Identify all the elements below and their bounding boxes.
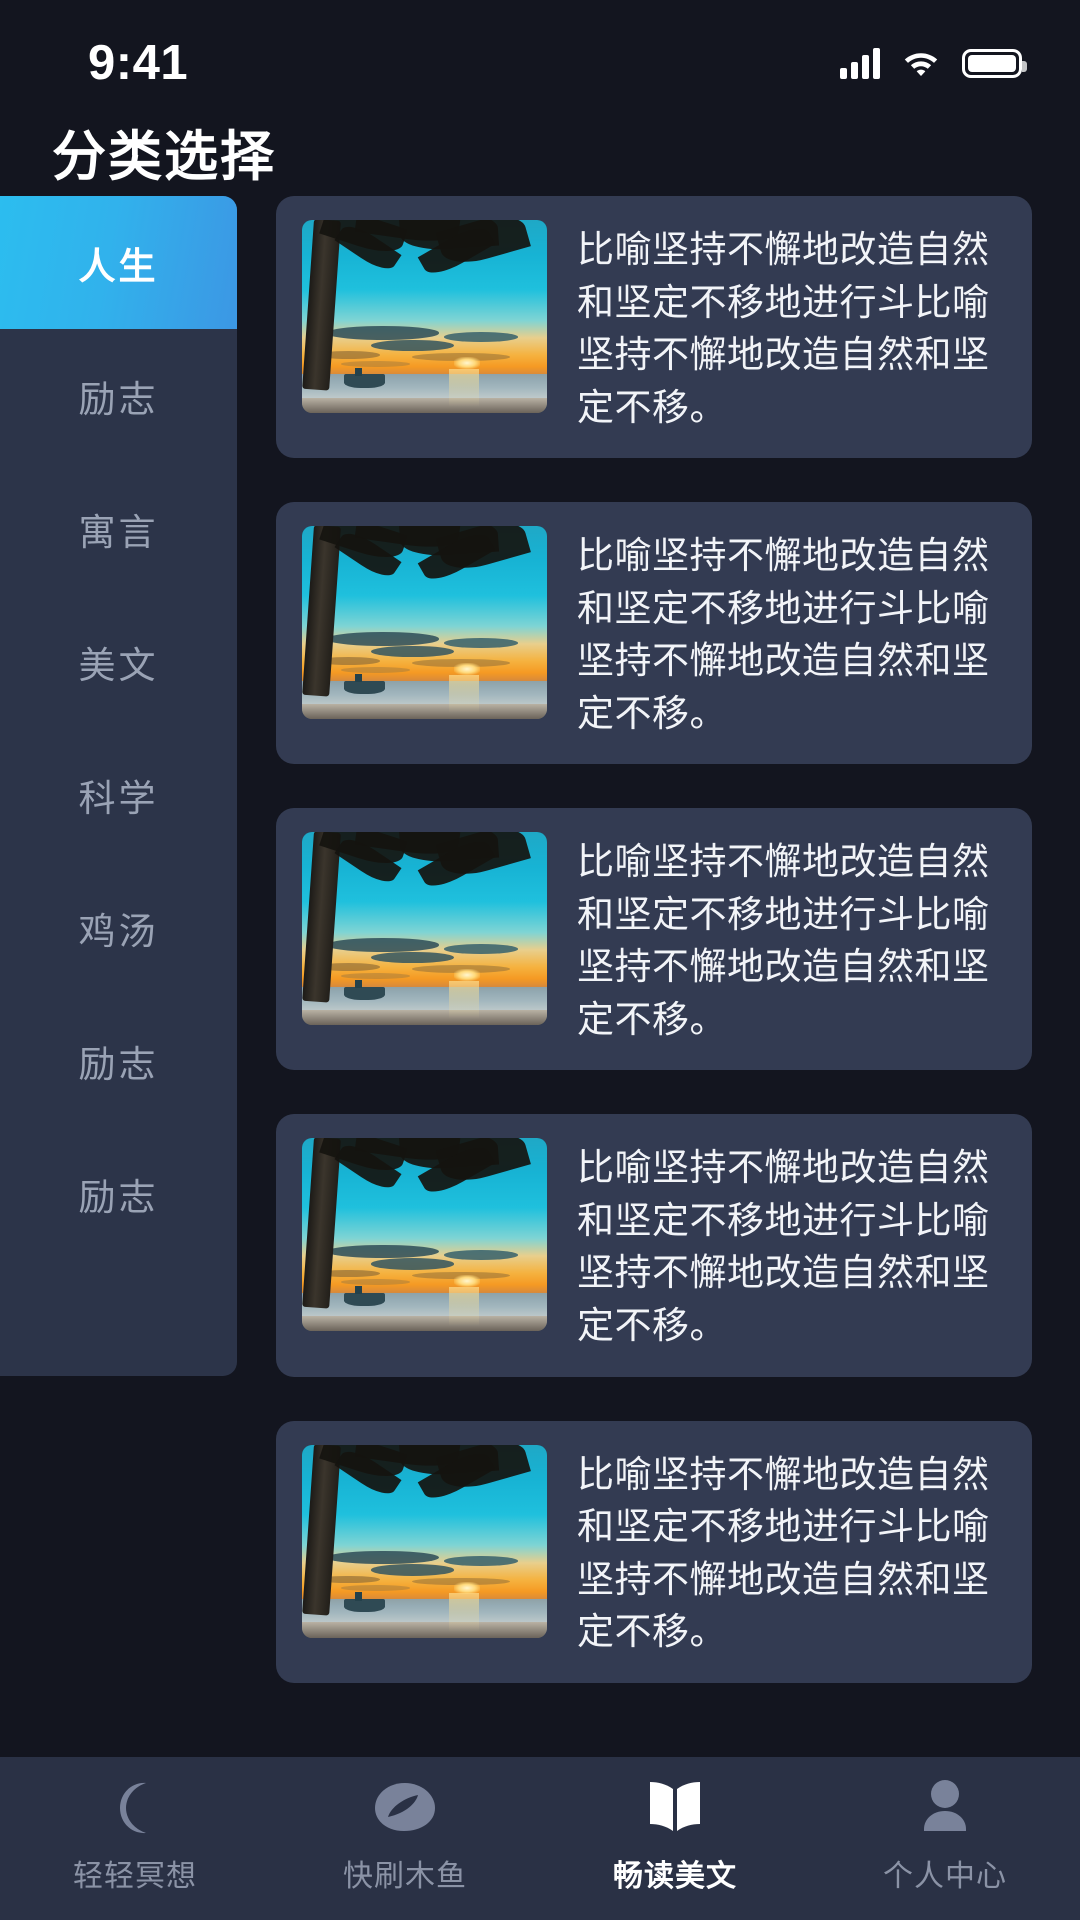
article-text: 比喻坚持不懈地改造自然和坚定不移地进行斗比喻坚持不懈地改造自然和坚定不移。 xyxy=(577,1147,990,1346)
article-thumbnail-image xyxy=(302,832,547,1026)
category-sidebar[interactable]: 人生 励志 寓言 美文 科学 鸡汤 励志 励志 xyxy=(0,196,237,1376)
article-thumbnail-image xyxy=(302,1138,547,1332)
wooden-fish-icon xyxy=(370,1775,440,1839)
tab-meditation[interactable]: 轻轻冥想 xyxy=(0,1775,270,1895)
article-text: 比喻坚持不懈地改造自然和坚定不移地进行斗比喻坚持不懈地改造自然和坚定不移。 xyxy=(577,535,990,734)
moon-icon xyxy=(105,1775,165,1839)
article-thumbnail-image xyxy=(302,526,547,720)
sidebar-item-label: 美文 xyxy=(78,644,159,686)
article-thumbnail-image xyxy=(302,1444,547,1638)
tab-label: 畅读美文 xyxy=(613,1860,737,1893)
article-list[interactable]: 比喻坚持不懈地改造自然和坚定不移地进行斗比喻坚持不懈地改造自然和坚定不移。 比喻… xyxy=(237,196,1080,1756)
sidebar-item-5[interactable]: 鸡汤 xyxy=(0,861,237,994)
sidebar-item-label: 科学 xyxy=(78,777,159,819)
sidebar-item-2[interactable]: 寓言 xyxy=(0,462,237,595)
sidebar-item-label: 励志 xyxy=(78,1043,159,1085)
main-content: 人生 励志 寓言 美文 科学 鸡汤 励志 励志 比喻坚持不懈地改造自然和坚定不移… xyxy=(0,196,1080,1756)
list-item[interactable]: 比喻坚持不懈地改造自然和坚定不移地进行斗比喻坚持不懈地改造自然和坚定不移。 xyxy=(276,808,1032,1071)
list-item[interactable]: 比喻坚持不懈地改造自然和坚定不移地进行斗比喻坚持不懈地改造自然和坚定不移。 xyxy=(276,196,1032,459)
person-icon xyxy=(914,1775,976,1839)
tab-label: 个人中心 xyxy=(883,1860,1007,1893)
sidebar-item-label: 鸡汤 xyxy=(78,910,159,952)
sidebar-item-label: 励志 xyxy=(78,378,159,420)
tab-label: 快刷木鱼 xyxy=(343,1860,467,1893)
sidebar-item-0[interactable]: 人生 xyxy=(0,196,237,329)
sidebar-item-3[interactable]: 美文 xyxy=(0,595,237,728)
tab-wooden-fish[interactable]: 快刷木鱼 xyxy=(270,1775,540,1895)
article-text: 比喻坚持不懈地改造自然和坚定不移地进行斗比喻坚持不懈地改造自然和坚定不移。 xyxy=(577,1453,990,1653)
bottom-tab-bar: 轻轻冥想 快刷木鱼 畅读美文 个人中心 xyxy=(0,1757,1080,1920)
sidebar-item-7[interactable]: 励志 xyxy=(0,1127,237,1260)
tab-profile[interactable]: 个人中心 xyxy=(810,1775,1080,1895)
sidebar-item-1[interactable]: 励志 xyxy=(0,329,237,462)
article-text: 比喻坚持不懈地改造自然和坚定不移地进行斗比喻坚持不懈地改造自然和坚定不移。 xyxy=(577,229,990,428)
tab-label: 轻轻冥想 xyxy=(73,1860,197,1893)
page-title: 分类选择 xyxy=(52,127,276,187)
sidebar-item-label: 人生 xyxy=(78,245,159,287)
wifi-icon xyxy=(902,48,940,78)
tab-articles[interactable]: 畅读美文 xyxy=(540,1775,810,1895)
sidebar-item-4[interactable]: 科学 xyxy=(0,728,237,861)
sidebar-item-6[interactable]: 励志 xyxy=(0,994,237,1127)
article-thumbnail-image xyxy=(302,220,547,413)
article-text: 比喻坚持不懈地改造自然和坚定不移地进行斗比喻坚持不懈地改造自然和坚定不移。 xyxy=(577,841,990,1040)
list-item[interactable]: 比喻坚持不懈地改造自然和坚定不移地进行斗比喻坚持不懈地改造自然和坚定不移。 xyxy=(276,1420,1032,1683)
battery-icon xyxy=(962,48,1027,78)
cellular-signal-icon xyxy=(840,47,880,79)
open-book-icon xyxy=(642,1775,708,1839)
list-item[interactable]: 比喻坚持不懈地改造自然和坚定不移地进行斗比喻坚持不懈地改造自然和坚定不移。 xyxy=(276,502,1032,765)
sidebar-item-label: 励志 xyxy=(78,1176,159,1218)
status-icons xyxy=(840,41,1027,79)
list-item[interactable]: 比喻坚持不懈地改造自然和坚定不移地进行斗比喻坚持不懈地改造自然和坚定不移。 xyxy=(276,1114,1032,1377)
app-screen: 9:41 分类选择 人生 励志 寓言 美文 科学 鸡汤 励志 励志 比喻坚持不懈… xyxy=(0,0,1080,1920)
sidebar-item-label: 寓言 xyxy=(78,511,159,553)
status-time: 9:41 xyxy=(88,35,189,90)
status-bar: 9:41 xyxy=(0,0,1080,120)
